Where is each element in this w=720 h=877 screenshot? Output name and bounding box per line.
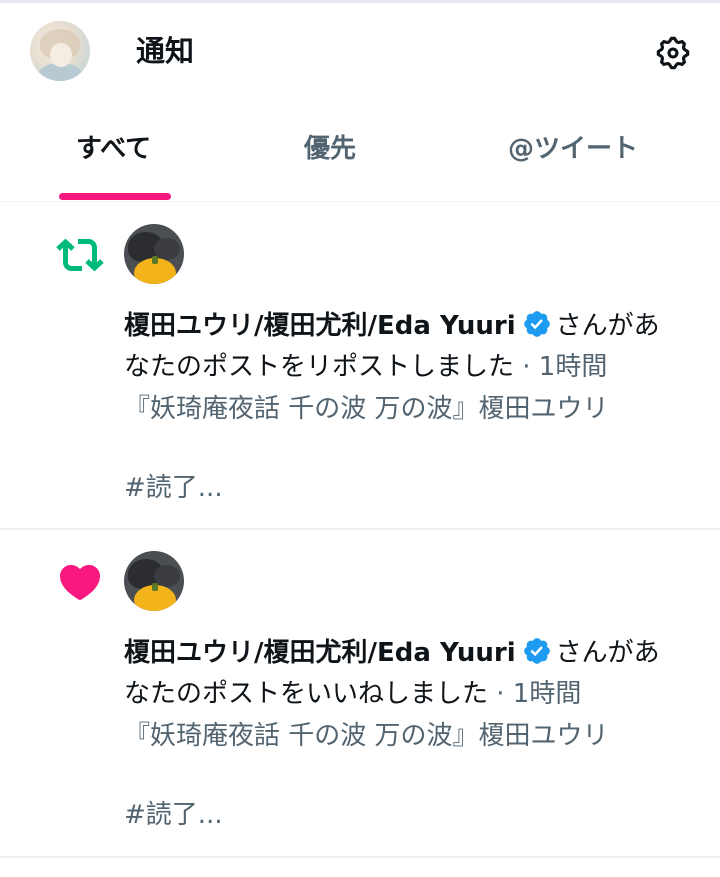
avatar-stem-shape <box>152 583 158 591</box>
timestamp: · 1時間 <box>488 679 582 709</box>
avatar-face-shape <box>50 43 72 67</box>
post-snippet: 『妖琦庵夜話 千の波 万の波』榎田ユウリ <box>124 394 609 424</box>
action-text: なたのポストをいいねしました <box>124 679 489 709</box>
heart-icon <box>59 565 101 601</box>
avatar-stem-shape <box>152 256 158 264</box>
action-text: なたのポストをリポストしました <box>124 352 515 382</box>
timestamp: · 1時間 <box>514 352 608 382</box>
account-avatar[interactable] <box>30 21 90 81</box>
user-name[interactable]: 榎田ユウリ/榎田尤利/Eda Yuuri <box>124 638 516 668</box>
notification-text: 榎田ユウリ/榎田尤利/Eda Yuuri さんがあなたのポストをいいねしました ·… <box>124 633 684 715</box>
tab-priority[interactable]: 優先 <box>304 129 356 169</box>
tab-all[interactable]: すべて <box>76 129 151 169</box>
action-text: さんがあ <box>555 638 660 668</box>
post-hashtag: #読了... <box>124 800 223 830</box>
action-text: さんがあ <box>555 311 660 341</box>
tab-bar: すべて 優先 @ツイート <box>0 101 720 202</box>
tab-mentions[interactable]: @ツイート <box>508 129 638 169</box>
header: 通知 <box>0 3 720 101</box>
notification-item[interactable]: 榎田ユウリ/榎田尤利/Eda Yuuri さんがあなたのポストをいいねしました ·… <box>0 530 720 858</box>
user-avatar[interactable] <box>124 224 184 284</box>
verified-badge-icon <box>523 638 550 664</box>
user-name[interactable]: 榎田ユウリ/榎田尤利/Eda Yuuri <box>124 311 516 341</box>
retweet-icon <box>56 238 104 272</box>
active-tab-indicator <box>59 193 171 200</box>
page-title: 通知 <box>136 34 195 68</box>
notification-item[interactable]: 榎田ユウリ/榎田尤利/Eda Yuuri さんがあ なたのポストをリポストしました … <box>0 203 720 530</box>
notification-text: 榎田ユウリ/榎田尤利/Eda Yuuri さんがあ なたのポストをリポストしました … <box>124 306 684 388</box>
post-snippet: 『妖琦庵夜話 千の波 万の波』榎田ユウリ <box>124 721 609 751</box>
user-avatar[interactable] <box>124 551 184 611</box>
gear-icon[interactable] <box>654 34 692 72</box>
post-hashtag: #読了... <box>124 473 223 503</box>
verified-badge-icon <box>523 311 550 337</box>
